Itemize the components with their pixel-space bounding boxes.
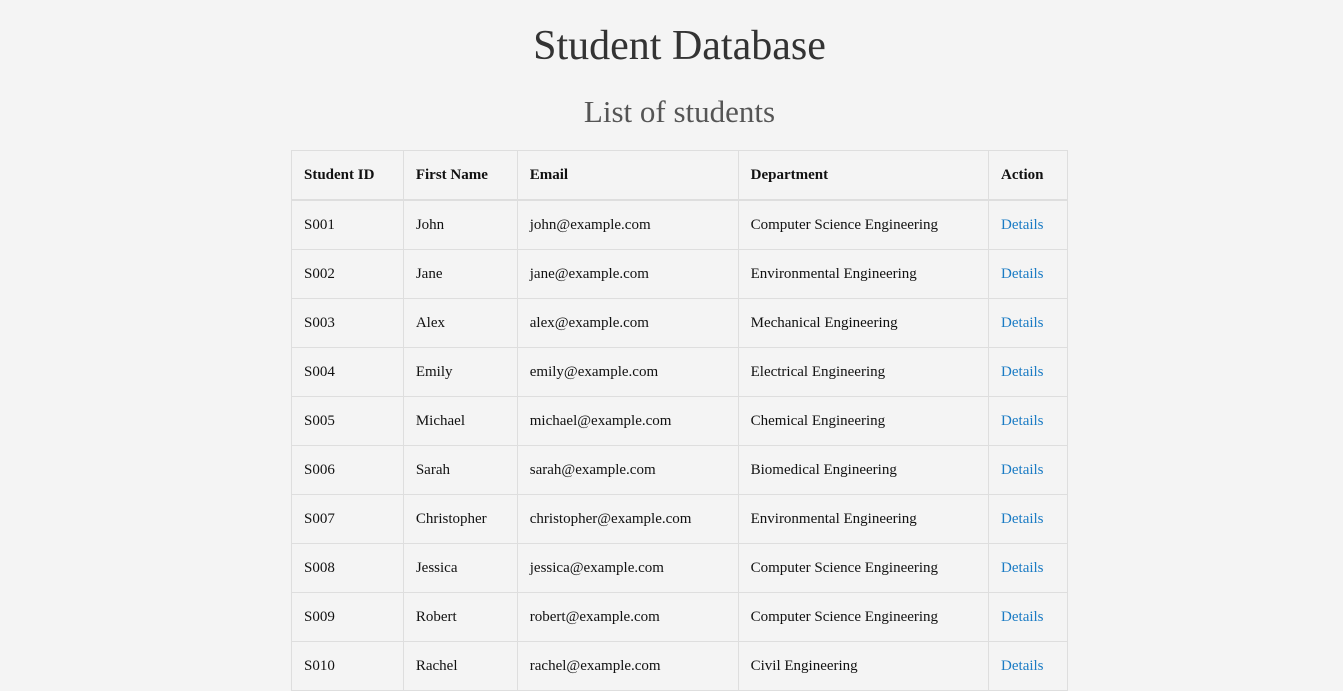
cell-first-name: Jessica <box>402 543 518 593</box>
header-email: Email <box>516 150 739 201</box>
cell-department: Environmental Engineering <box>737 249 990 299</box>
table-row: S006 Sarah sarah@example.com Biomedical … <box>291 445 1068 495</box>
cell-student-id: S007 <box>291 494 404 544</box>
table-row: S001 John john@example.com Computer Scie… <box>291 199 1068 250</box>
details-link[interactable]: Details <box>1001 560 1044 576</box>
cell-first-name: Robert <box>402 592 518 642</box>
details-link[interactable]: Details <box>1001 462 1044 478</box>
table-header-row: Student ID First Name Email Department A… <box>291 150 1068 201</box>
cell-department: Chemical Engineering <box>737 396 990 446</box>
cell-first-name: John <box>402 199 518 250</box>
header-student-id: Student ID <box>291 150 404 201</box>
cell-action: Details <box>988 199 1068 250</box>
table-row: S009 Robert robert@example.com Computer … <box>291 592 1068 642</box>
cell-action: Details <box>988 298 1068 348</box>
cell-email: jane@example.com <box>516 249 739 299</box>
cell-first-name: Christopher <box>402 494 518 544</box>
cell-email: alex@example.com <box>516 298 739 348</box>
cell-action: Details <box>988 445 1068 495</box>
cell-student-id: S009 <box>291 592 404 642</box>
cell-student-id: S010 <box>291 641 404 691</box>
details-link[interactable]: Details <box>1001 364 1044 380</box>
details-link[interactable]: Details <box>1001 413 1044 429</box>
cell-action: Details <box>988 347 1068 397</box>
cell-email: emily@example.com <box>516 347 739 397</box>
header-department: Department <box>737 150 990 201</box>
cell-email: christopher@example.com <box>516 494 739 544</box>
cell-action: Details <box>988 494 1068 544</box>
table-row: S004 Emily emily@example.com Electrical … <box>291 347 1068 397</box>
page-title: Student Database <box>533 23 826 69</box>
cell-department: Mechanical Engineering <box>737 298 990 348</box>
details-link[interactable]: Details <box>1001 266 1044 282</box>
table-row: S010 Rachel rachel@example.com Civil Eng… <box>291 641 1068 691</box>
cell-first-name: Sarah <box>402 445 518 495</box>
cell-student-id: S001 <box>291 199 404 250</box>
cell-action: Details <box>988 543 1068 593</box>
cell-action: Details <box>988 641 1068 691</box>
header-first-name: First Name <box>402 150 518 201</box>
details-link[interactable]: Details <box>1001 315 1044 331</box>
cell-student-id: S006 <box>291 445 404 495</box>
details-link[interactable]: Details <box>1001 217 1044 233</box>
cell-first-name: Rachel <box>402 641 518 691</box>
table-row: S005 Michael michael@example.com Chemica… <box>291 396 1068 446</box>
cell-action: Details <box>988 396 1068 446</box>
cell-action: Details <box>988 249 1068 299</box>
cell-email: sarah@example.com <box>516 445 739 495</box>
cell-student-id: S004 <box>291 347 404 397</box>
details-link[interactable]: Details <box>1001 511 1044 527</box>
cell-email: robert@example.com <box>516 592 739 642</box>
cell-first-name: Michael <box>402 396 518 446</box>
table-header: Student ID First Name Email Department A… <box>291 150 1068 201</box>
cell-student-id: S002 <box>291 249 404 299</box>
page-subtitle: List of students <box>583 94 776 129</box>
table-body: S001 John john@example.com Computer Scie… <box>291 199 1068 691</box>
cell-action: Details <box>988 592 1068 642</box>
header-action: Action <box>988 150 1068 201</box>
cell-department: Civil Engineering <box>737 641 990 691</box>
cell-first-name: Alex <box>402 298 518 348</box>
table-row: S003 Alex alex@example.com Mechanical En… <box>291 298 1068 348</box>
cell-department: Computer Science Engineering <box>737 199 990 250</box>
table-row: S002 Jane jane@example.com Environmental… <box>291 249 1068 299</box>
cell-email: jessica@example.com <box>516 543 739 593</box>
cell-department: Computer Science Engineering <box>737 592 990 642</box>
cell-student-id: S003 <box>291 298 404 348</box>
cell-student-id: S008 <box>291 543 404 593</box>
table-row: S008 Jessica jessica@example.com Compute… <box>291 543 1068 593</box>
details-link[interactable]: Details <box>1001 609 1044 625</box>
cell-email: michael@example.com <box>516 396 739 446</box>
cell-email: john@example.com <box>516 199 739 250</box>
students-table: Student ID First Name Email Department A… <box>291 150 1068 691</box>
cell-department: Environmental Engineering <box>737 494 990 544</box>
cell-department: Biomedical Engineering <box>737 445 990 495</box>
table-row: S007 Christopher christopher@example.com… <box>291 494 1068 544</box>
details-link[interactable]: Details <box>1001 658 1044 674</box>
cell-department: Electrical Engineering <box>737 347 990 397</box>
cell-email: rachel@example.com <box>516 641 739 691</box>
cell-student-id: S005 <box>291 396 404 446</box>
cell-first-name: Emily <box>402 347 518 397</box>
cell-department: Computer Science Engineering <box>737 543 990 593</box>
cell-first-name: Jane <box>402 249 518 299</box>
